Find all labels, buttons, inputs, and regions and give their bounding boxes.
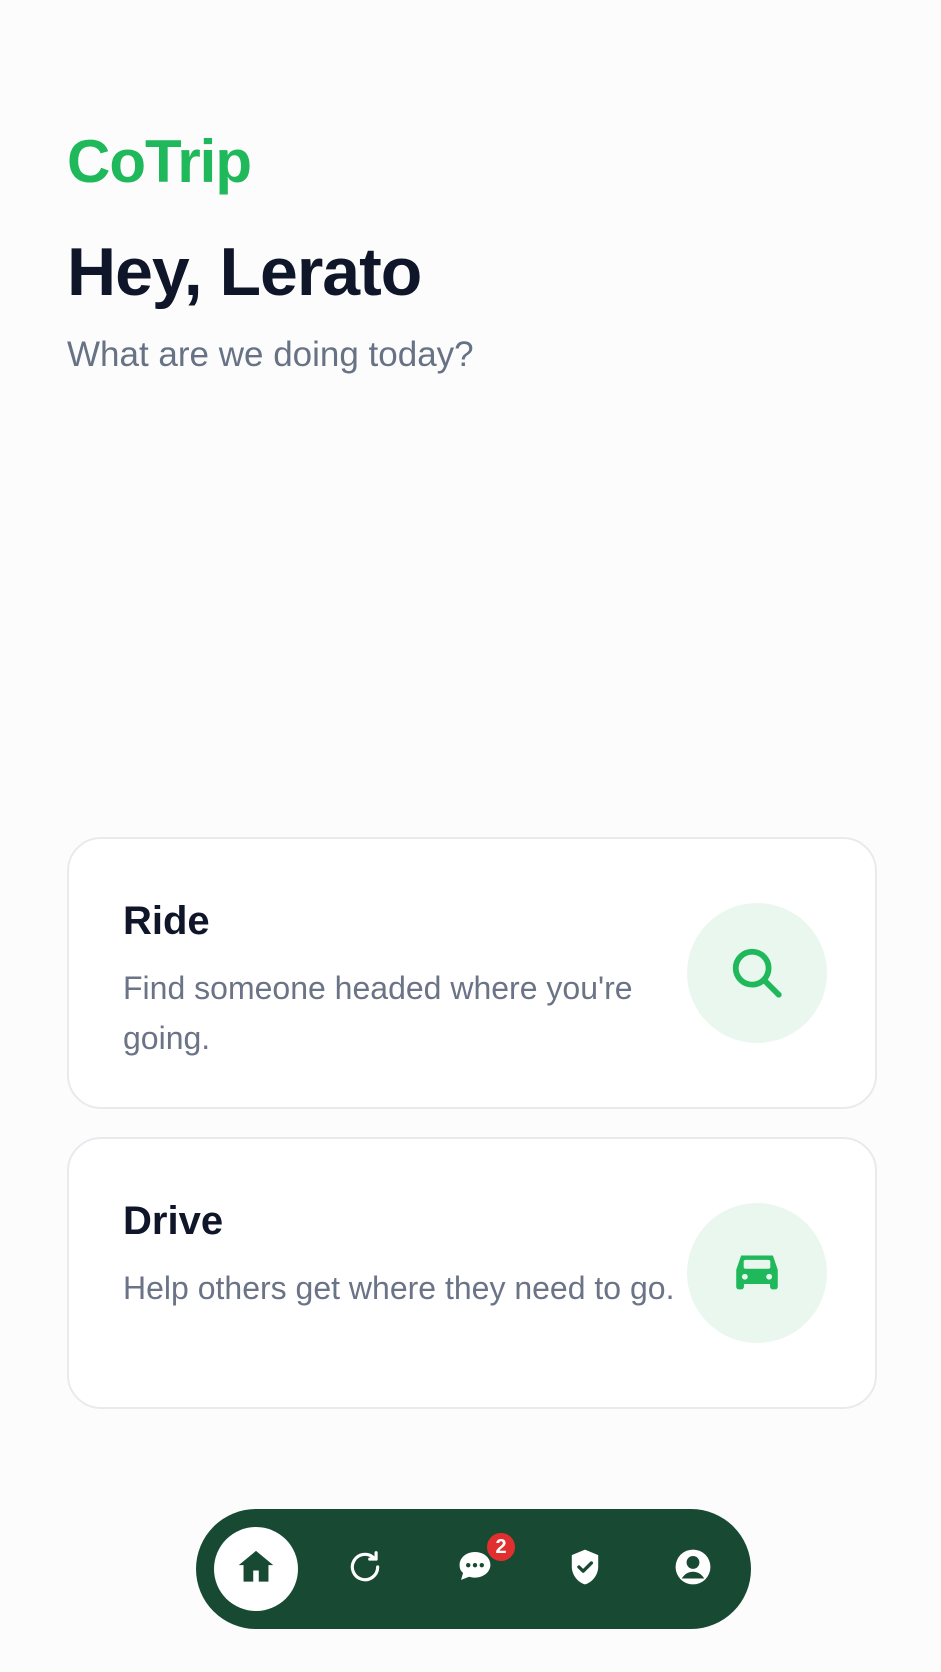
page-title: Hey, Lerato bbox=[67, 234, 422, 310]
home-icon bbox=[234, 1545, 278, 1594]
nav-home[interactable] bbox=[214, 1527, 298, 1611]
notification-badge: 2 bbox=[485, 1531, 517, 1563]
drive-card-title: Drive bbox=[123, 1199, 224, 1243]
ride-card-description: Find someone headed where you're going. bbox=[123, 970, 633, 1056]
refresh-icon bbox=[346, 1548, 384, 1591]
search-icon bbox=[687, 903, 827, 1043]
nav-safety[interactable] bbox=[535, 1509, 635, 1629]
bottom-nav: 2 bbox=[196, 1509, 751, 1629]
ride-card[interactable]: Ride Find someone headed where you're go… bbox=[67, 837, 877, 1109]
nav-profile[interactable] bbox=[643, 1509, 743, 1629]
car-icon bbox=[687, 1203, 827, 1343]
app-logo: CoTrip bbox=[67, 128, 252, 195]
profile-icon bbox=[671, 1545, 715, 1594]
ride-card-title: Ride bbox=[123, 899, 210, 943]
drive-card-description: Help others get where they need to go. bbox=[123, 1270, 675, 1306]
home-screen: CoTrip Hey, Lerato What are we doing tod… bbox=[0, 0, 941, 1672]
page-subtitle: What are we doing today? bbox=[67, 335, 474, 374]
shield-check-icon bbox=[563, 1545, 607, 1594]
nav-messages[interactable] bbox=[425, 1509, 525, 1629]
drive-card[interactable]: Drive Help others get where they need to… bbox=[67, 1137, 877, 1409]
nav-refresh[interactable] bbox=[315, 1509, 415, 1629]
